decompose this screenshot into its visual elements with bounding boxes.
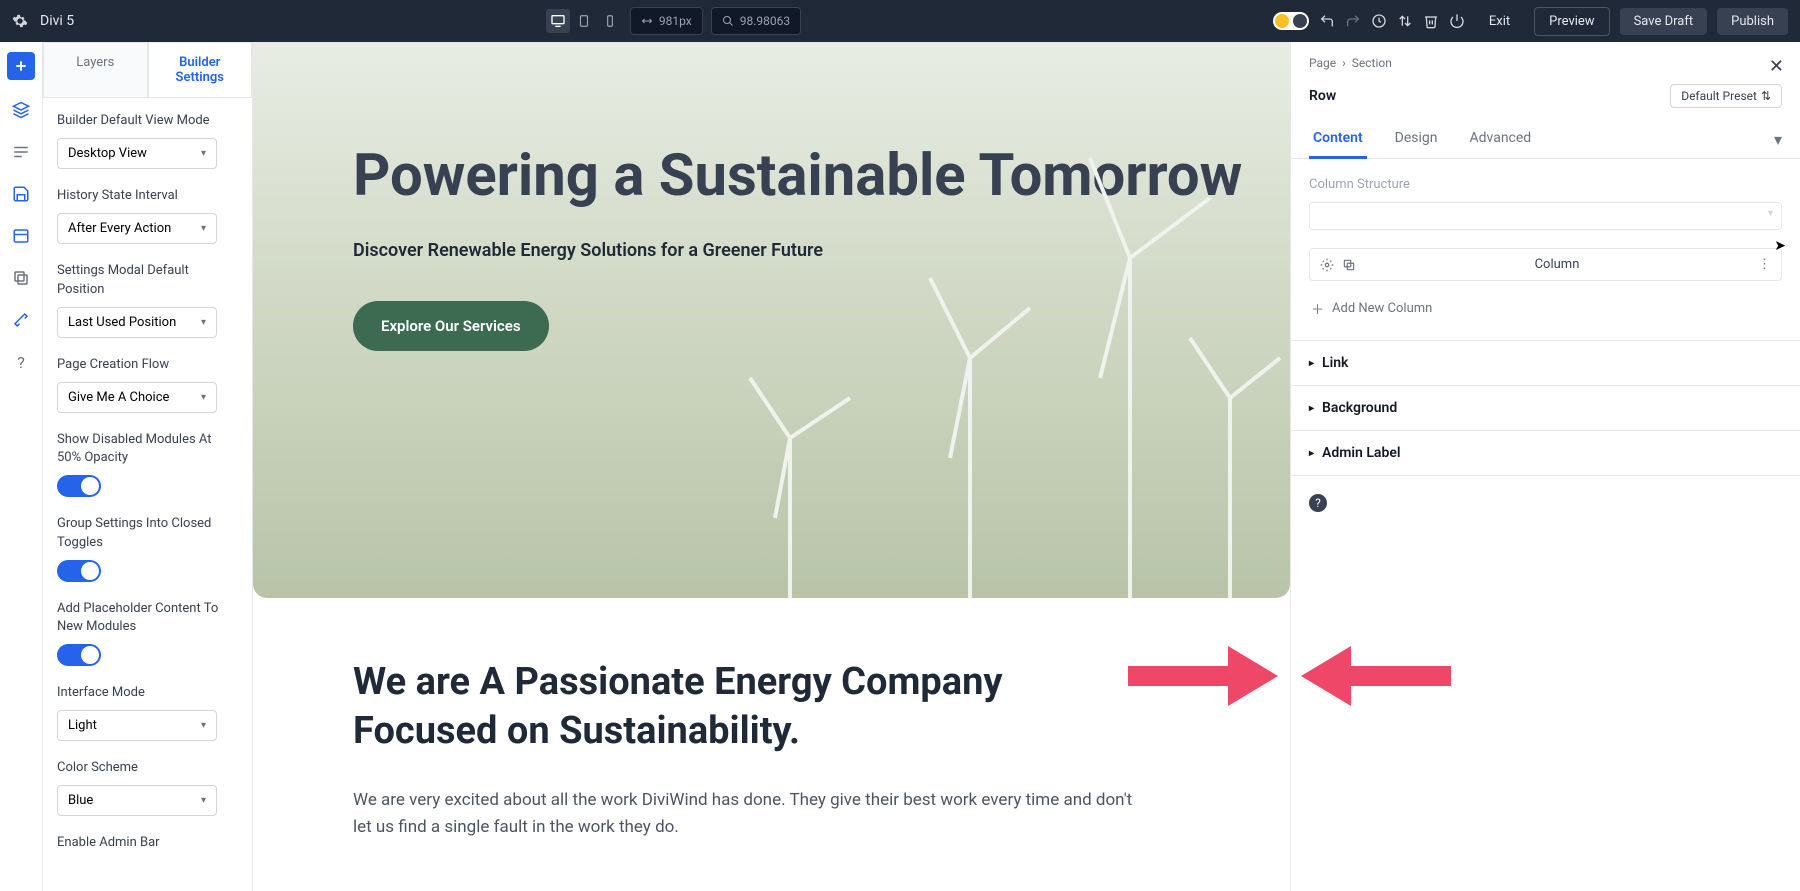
- admin-bar-label: Enable Admin Bar: [57, 834, 238, 852]
- close-icon[interactable]: ✕: [1769, 56, 1784, 77]
- group-label: Group Settings Into Closed Toggles: [57, 515, 238, 551]
- breadcrumb: Page › Section: [1291, 42, 1800, 78]
- scheme-label: Color Scheme: [57, 759, 238, 777]
- row-title: Row: [1309, 88, 1336, 104]
- preset-icon: ⇅: [1761, 89, 1771, 103]
- about-body: We are very excited about all the work D…: [353, 787, 1143, 841]
- annotation-arrow-left: [1128, 646, 1278, 706]
- phone-icon[interactable]: [598, 9, 622, 33]
- crumb-page[interactable]: Page: [1309, 56, 1336, 70]
- gear-small-icon[interactable]: [1320, 258, 1334, 272]
- about-section[interactable]: We are A Passionate Energy Company Focus…: [253, 598, 1290, 881]
- topbar-left: Divi 5: [12, 13, 74, 29]
- accordion: Link Background Admin Label: [1291, 340, 1800, 476]
- canvas: Powering a Sustainable Tomorrow Discover…: [253, 42, 1290, 891]
- library-icon[interactable]: [9, 224, 33, 248]
- tab-layers[interactable]: Layers: [43, 42, 148, 97]
- column-structure-select[interactable]: [1309, 202, 1782, 230]
- group-toggle[interactable]: [57, 560, 101, 582]
- power-icon[interactable]: [1449, 13, 1465, 29]
- interface-label: Interface Mode: [57, 684, 238, 702]
- tablet-icon[interactable]: [572, 9, 596, 33]
- tab-content[interactable]: Content: [1309, 120, 1367, 159]
- icon-rail: ?: [0, 42, 43, 891]
- history-label: History State Interval: [57, 187, 238, 205]
- theme-toggle[interactable]: [1273, 12, 1309, 30]
- width-input[interactable]: 981px: [630, 7, 703, 35]
- history-icon[interactable]: [1371, 13, 1387, 29]
- tab-design[interactable]: Design: [1391, 120, 1442, 158]
- right-tabs: Content Design Advanced ▾ ➤: [1291, 120, 1800, 159]
- help-rail-icon[interactable]: ?: [9, 350, 33, 374]
- accordion-admin-label[interactable]: Admin Label: [1291, 431, 1800, 476]
- view-mode-label: Builder Default View Mode: [57, 112, 238, 130]
- add-column-button[interactable]: ＋ Add New Column: [1309, 295, 1782, 322]
- placeholder-toggle[interactable]: [57, 644, 101, 666]
- desktop-icon[interactable]: [546, 9, 570, 33]
- left-panel: Layers Builder Settings Builder Default …: [43, 42, 253, 891]
- tab-advanced[interactable]: Advanced: [1466, 120, 1536, 158]
- zoom-input[interactable]: 98.98063: [711, 7, 801, 35]
- crumb-section[interactable]: Section: [1352, 56, 1392, 70]
- help-icon[interactable]: ?: [1309, 494, 1327, 512]
- right-panel: ✕ Page › Section Row Default Preset⇅ Con…: [1290, 42, 1800, 891]
- preset-button[interactable]: Default Preset⇅: [1670, 84, 1782, 108]
- layers-icon[interactable]: [9, 98, 33, 122]
- accordion-background[interactable]: Background: [1291, 386, 1800, 431]
- wind-turbines-illustration: [590, 98, 1290, 598]
- chevron-right-icon: ›: [1342, 56, 1346, 70]
- page-flow-label: Page Creation Flow: [57, 356, 238, 374]
- interface-select[interactable]: Light: [57, 710, 217, 741]
- gear-icon[interactable]: [12, 13, 28, 29]
- cursor-icon: ➤: [1774, 238, 1786, 254]
- topbar-right: Exit Preview Save Draft Publish: [1273, 7, 1788, 36]
- tab-builder-settings[interactable]: Builder Settings: [148, 42, 253, 97]
- history-select[interactable]: After Every Action: [57, 213, 217, 244]
- annotation-arrow-right: [1301, 646, 1451, 706]
- zoom-value: 98.98063: [740, 14, 790, 28]
- column-row[interactable]: Column ⋮: [1309, 248, 1782, 281]
- save-icon[interactable]: [9, 182, 33, 206]
- about-title: We are A Passionate Energy Company Focus…: [353, 658, 1113, 757]
- right-panel-body: Column Structure Column ⋮ ＋ Add New Colu…: [1291, 159, 1800, 340]
- width-value: 981px: [659, 14, 692, 28]
- page-flow-select[interactable]: Give Me A Choice: [57, 382, 217, 413]
- hero-cta-button[interactable]: Explore Our Services: [353, 301, 549, 351]
- stack-icon[interactable]: [9, 266, 33, 290]
- column-label: Column: [1356, 257, 1758, 272]
- placeholder-label: Add Placeholder Content To New Modules: [57, 600, 238, 636]
- duplicate-icon[interactable]: [1342, 258, 1356, 272]
- topbar-center: 981px 98.98063: [546, 7, 801, 35]
- left-tabs: Layers Builder Settings: [43, 42, 252, 98]
- main: ? Layers Builder Settings Builder Defaul…: [0, 42, 1800, 891]
- column-structure-label: Column Structure: [1309, 177, 1782, 192]
- publish-button[interactable]: Publish: [1717, 8, 1788, 35]
- undo-icon[interactable]: [1319, 13, 1335, 29]
- panel-body: Builder Default View Mode Desktop View H…: [43, 98, 252, 875]
- modal-pos-label: Settings Modal Default Position: [57, 262, 238, 298]
- topbar: Divi 5 981px 98.98063 Exit Preview Save …: [0, 0, 1800, 42]
- add-icon[interactable]: [7, 52, 35, 80]
- sort-icon[interactable]: [1397, 13, 1413, 29]
- view-mode-select[interactable]: Desktop View: [57, 138, 217, 169]
- chevron-down-icon[interactable]: ▾: [1774, 130, 1782, 149]
- trash-icon[interactable]: [1423, 13, 1439, 29]
- exit-button[interactable]: Exit: [1475, 8, 1524, 35]
- save-draft-button[interactable]: Save Draft: [1620, 8, 1708, 35]
- modal-pos-select[interactable]: Last Used Position: [57, 307, 217, 338]
- tools-icon[interactable]: [9, 308, 33, 332]
- hero-section[interactable]: Powering a Sustainable Tomorrow Discover…: [253, 42, 1290, 598]
- scheme-select[interactable]: Blue: [57, 785, 217, 816]
- disabled-label: Show Disabled Modules At 50% Opacity: [57, 431, 238, 467]
- row-header: Row Default Preset⇅: [1291, 78, 1800, 120]
- disabled-toggle[interactable]: [57, 475, 101, 497]
- wireframe-icon[interactable]: [9, 140, 33, 164]
- redo-icon[interactable]: [1345, 13, 1361, 29]
- preview-button[interactable]: Preview: [1534, 7, 1609, 36]
- accordion-link[interactable]: Link: [1291, 341, 1800, 386]
- plus-icon: ＋: [1311, 299, 1324, 318]
- device-icons: [546, 9, 622, 33]
- page-title: Divi 5: [40, 13, 74, 29]
- more-icon[interactable]: ⋮: [1758, 257, 1771, 272]
